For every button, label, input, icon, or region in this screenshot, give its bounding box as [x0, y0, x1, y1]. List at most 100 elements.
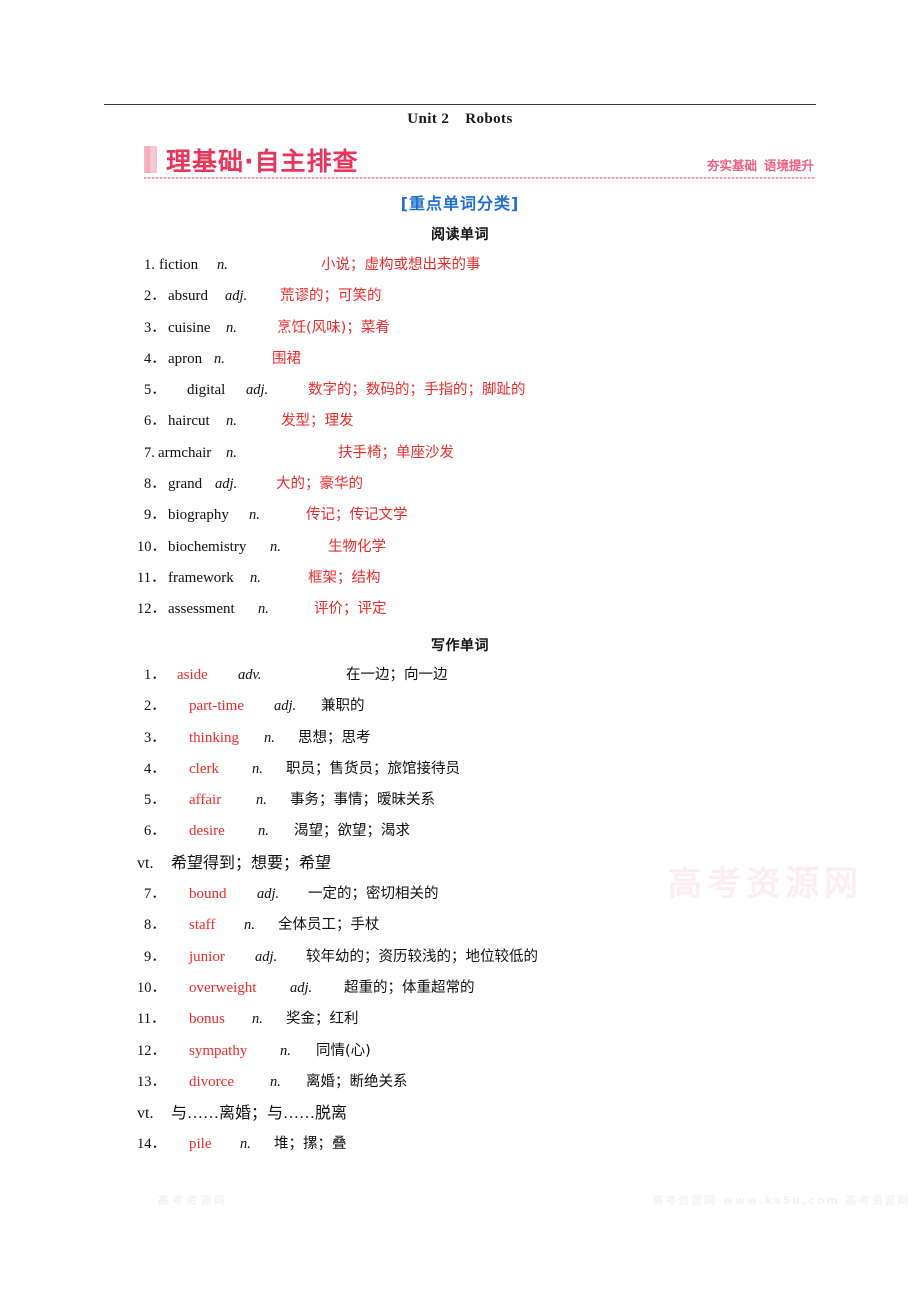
word-number: 14． — [137, 1136, 166, 1153]
running-title: Unit 2 Robots — [0, 111, 920, 128]
word-part-of-speech: adj. — [255, 948, 278, 965]
word-number: 8． — [144, 476, 166, 493]
word-part-of-speech: adj. — [257, 886, 280, 903]
word-term: cuisine — [168, 319, 211, 336]
writing-words-heading: 写作单词 — [431, 638, 489, 654]
word-entry: 9． junior adj. 较年幼的；资历较浅的；地位较低的 — [104, 942, 820, 973]
word-term: grand — [168, 476, 203, 493]
reading-words-heading: 阅读单词 — [431, 227, 489, 243]
word-definition: 渴望；欲望；渴求 — [294, 823, 410, 840]
word-entry: 7. armchair n. 扶手椅；单座沙发 — [104, 438, 820, 469]
banner-subtitle: 夯实基础 语境提升 — [707, 155, 814, 174]
writing-word-list: 1． aside adv. 在一边；向一边 2． part-time adj. 兼职的 3． th… — [104, 660, 820, 1161]
word-part-of-speech: n. — [264, 729, 275, 746]
word-number: 7. — [144, 444, 155, 461]
word-number: 10． — [137, 538, 166, 555]
word-number: 7． — [144, 886, 166, 903]
word-part-of-speech: n. — [280, 1042, 291, 1059]
word-entry-continuation: vt. 希望得到；想要；希望 — [104, 848, 820, 879]
word-definition: 烹饪(风味)；菜肴 — [277, 319, 390, 336]
word-entry: 1. fiction n. 小说；虚构或想出来的事 — [104, 250, 820, 281]
word-entry: 7． bound adj. 一定的；密切相关的 — [104, 879, 820, 910]
word-definition: 与……离婚；与……脱离 — [171, 1105, 348, 1123]
word-part-of-speech: adj. — [290, 979, 313, 996]
word-part-of-speech: n. — [258, 601, 269, 618]
word-term: pile — [189, 1136, 212, 1153]
banner-subtitle-right: 语境提升 — [763, 158, 814, 173]
banner-subtitle-left: 夯实基础 — [706, 158, 757, 173]
word-term: aside — [177, 667, 208, 683]
word-number: 3． — [144, 729, 166, 746]
word-term: part-time — [189, 698, 244, 715]
word-entry: 9． biography n. 传记；传记文学 — [104, 500, 820, 531]
word-number: 11． — [137, 1011, 166, 1028]
word-definition: 扶手椅；单座沙发 — [338, 444, 454, 461]
reading-word-list: 1. fiction n. 小说；虚构或想出来的事 2． absurd adj. 荒谬的；可笑… — [104, 250, 820, 626]
word-definition: 数字的；数码的；手指的；脚趾的 — [308, 382, 526, 399]
word-definition: 思想；思考 — [298, 729, 371, 746]
word-part-of-speech: n. — [249, 507, 260, 524]
word-definition: 全体员工；手杖 — [278, 917, 380, 934]
word-number: 6． — [144, 413, 166, 430]
running-title-unit: Unit 2 — [407, 111, 450, 127]
word-entry: 13． divorce n. 离婚；断绝关系 — [104, 1067, 820, 1098]
word-part-of-speech: n. — [256, 792, 267, 809]
word-part-of-speech: n. — [244, 917, 255, 934]
word-term: haircut — [168, 413, 210, 430]
word-number: 1． — [144, 667, 166, 683]
banner-underline — [144, 177, 816, 179]
word-entry: 11． framework n. 框架；结构 — [104, 563, 820, 594]
word-entry: 14． pile n. 堆；摞；叠 — [104, 1129, 820, 1160]
word-entry: 4． clerk n. 职员；售货员；旅馆接待员 — [104, 754, 820, 785]
word-term: digital — [187, 382, 226, 399]
worksheet-page: Unit 2 Robots 理基础·自主排查 夯实基础 语境提升 [重点单词分类] … — [0, 0, 920, 1302]
word-definition: 事务；事情；暧昧关系 — [290, 792, 435, 809]
word-definition: 兼职的 — [321, 698, 365, 715]
word-number: 4． — [144, 350, 166, 367]
word-entry: 2． absurd adj. 荒谬的；可笑的 — [104, 281, 820, 312]
word-part-of-speech: vt. — [137, 854, 154, 872]
word-part-of-speech: adv. — [238, 667, 262, 683]
word-part-of-speech: n. — [252, 1011, 263, 1028]
word-number: 3． — [144, 319, 166, 336]
word-definition: 荒谬的；可笑的 — [280, 288, 382, 305]
word-entry: 8． grand adj. 大的；豪华的 — [104, 469, 820, 500]
word-part-of-speech: n. — [226, 444, 237, 461]
word-part-of-speech: n. — [240, 1136, 251, 1153]
word-number: 9． — [144, 507, 166, 524]
word-term: bonus — [189, 1011, 225, 1028]
word-term: desire — [189, 823, 225, 840]
word-term: biography — [168, 507, 229, 524]
word-entry: 12． sympathy n. 同情(心) — [104, 1036, 820, 1067]
word-definition: 希望得到；想要；希望 — [171, 854, 332, 872]
word-number: 4． — [144, 760, 166, 777]
word-definition: 生物化学 — [328, 538, 386, 555]
word-entry: 10． overweight adj. 超重的；体重超常的 — [104, 973, 820, 1004]
word-definition: 堆；摞；叠 — [274, 1136, 347, 1153]
word-term: thinking — [189, 729, 240, 746]
word-term: fiction — [159, 257, 199, 273]
word-part-of-speech: adj. — [215, 476, 238, 493]
word-part-of-speech: adj. — [246, 382, 269, 399]
word-definition: 离婚；断绝关系 — [306, 1073, 408, 1090]
word-term: apron — [168, 350, 203, 367]
word-entry: 3． thinking n. 思想；思考 — [104, 723, 820, 754]
word-entry: 5． affair n. 事务；事情；暧昧关系 — [104, 785, 820, 816]
word-entry: 10． biochemistry n. 生物化学 — [104, 532, 820, 563]
word-definition: 发型；理发 — [281, 413, 354, 430]
word-number: 12． — [137, 1042, 166, 1059]
word-definition: 框架；结构 — [308, 569, 381, 586]
word-definition: 围裙 — [272, 350, 301, 367]
word-part-of-speech: n. — [250, 569, 261, 586]
word-number: 8． — [144, 917, 166, 934]
banner-accent-bar-icon — [144, 146, 157, 173]
word-term: biochemistry — [168, 538, 247, 555]
word-definition: 大的；豪华的 — [276, 476, 363, 493]
running-title-topic: Robots — [465, 111, 513, 127]
word-definition: 职员；售货员；旅馆接待员 — [286, 760, 460, 777]
word-part-of-speech: n. — [270, 1073, 281, 1090]
word-part-of-speech: vt. — [137, 1105, 154, 1123]
word-number: 2． — [144, 288, 166, 305]
word-part-of-speech: n. — [226, 413, 237, 430]
word-entry: 2． part-time adj. 兼职的 — [104, 691, 820, 722]
